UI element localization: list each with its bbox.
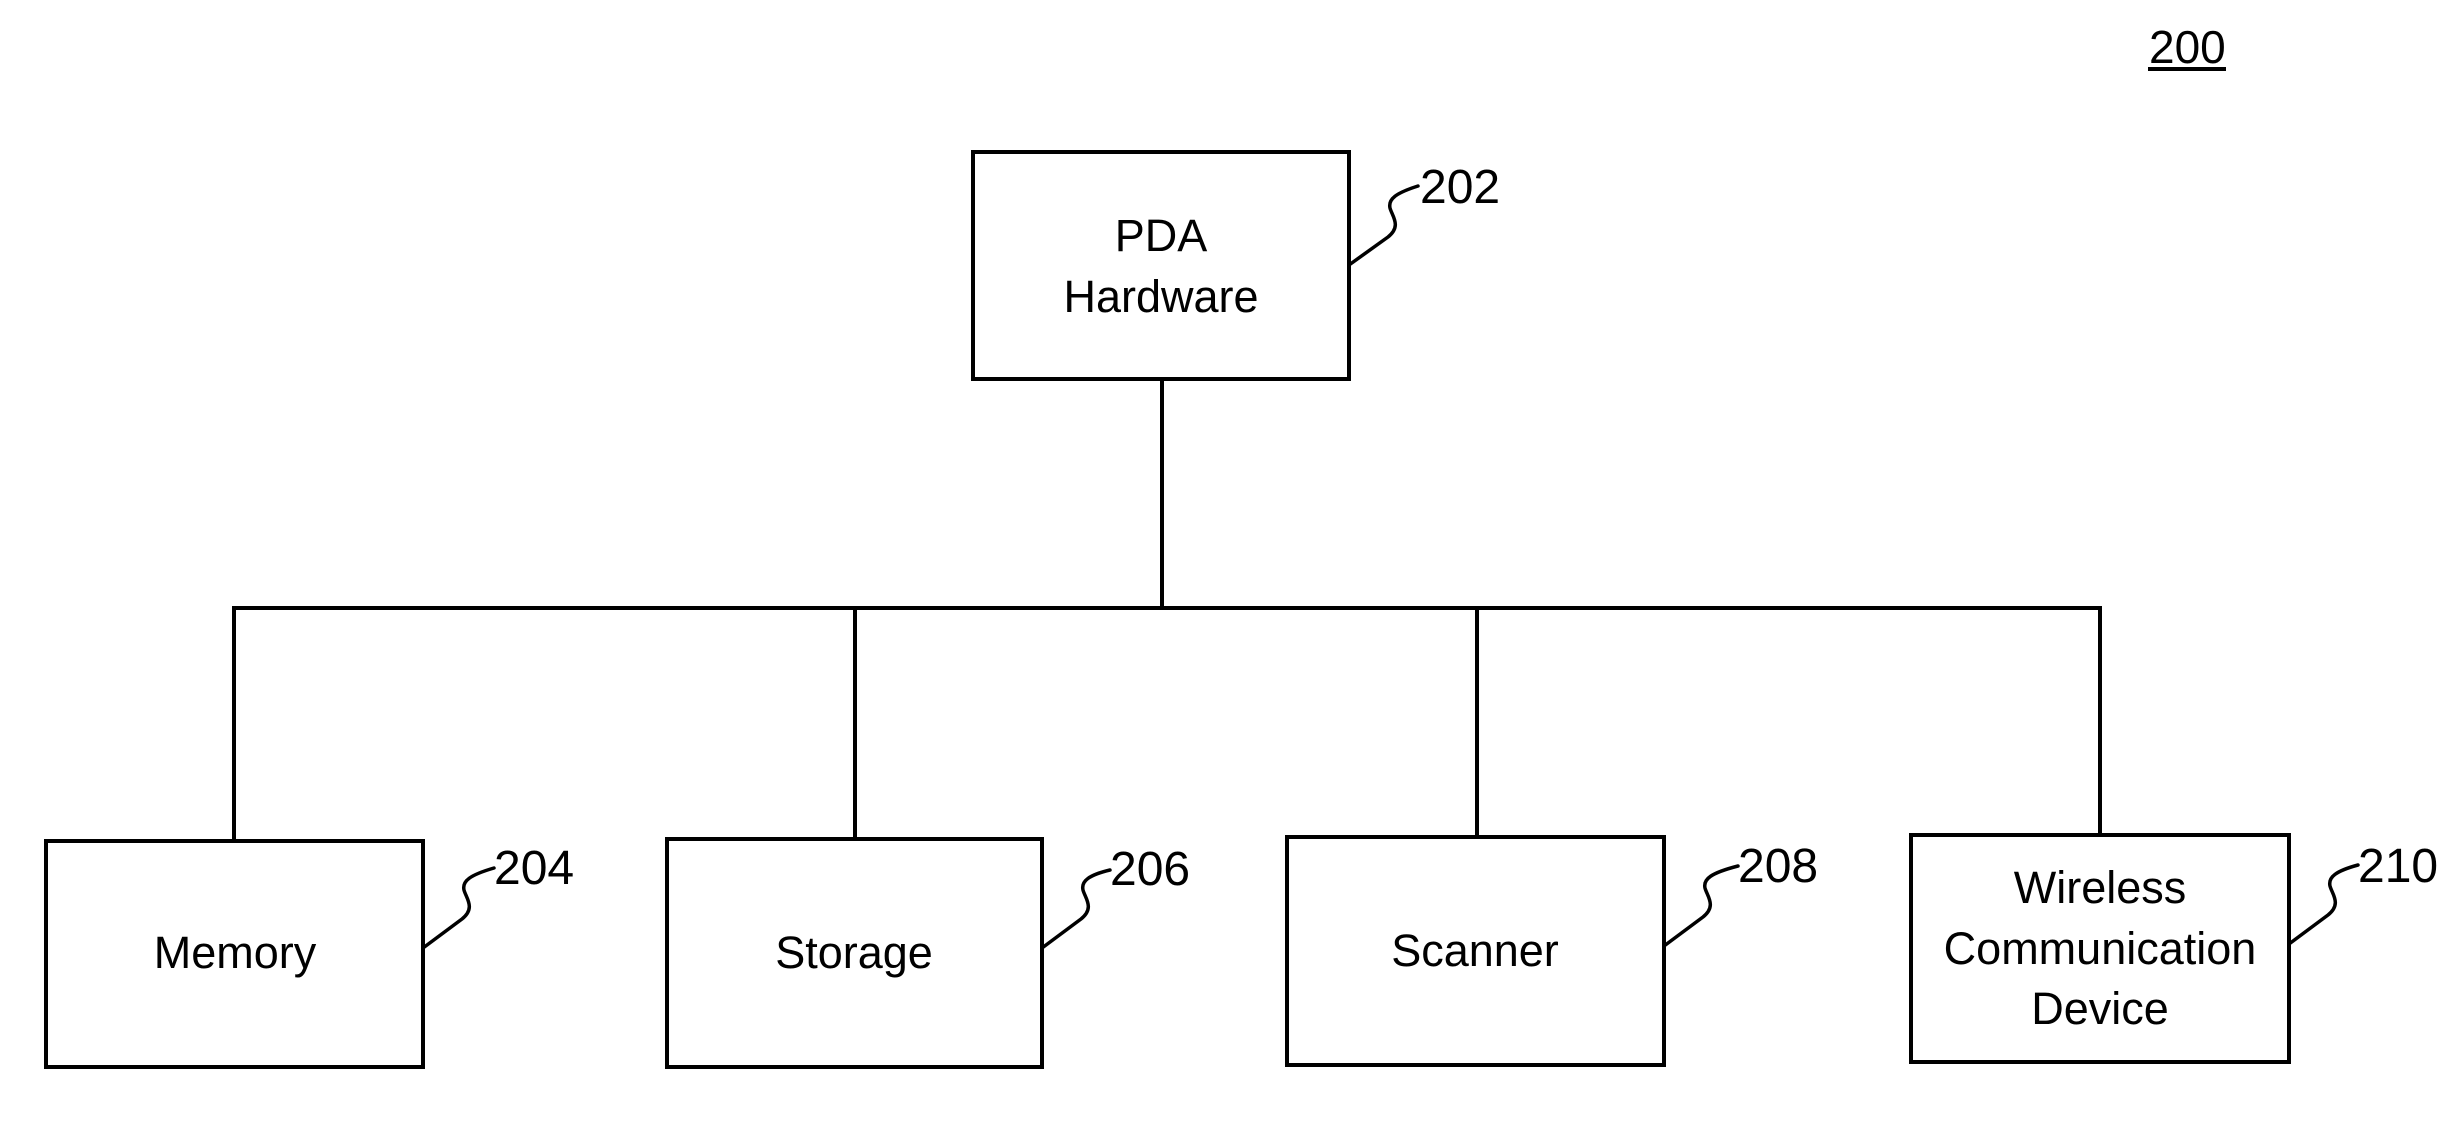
ref-label-204: 204 xyxy=(494,842,574,895)
leader-206 xyxy=(1040,868,1112,950)
figure-number: 200 xyxy=(2148,21,2226,73)
leader-204 xyxy=(421,866,496,950)
scanner-label: Scanner xyxy=(1391,925,1559,976)
leader-202 xyxy=(1347,184,1420,267)
leader-208 xyxy=(1662,864,1740,948)
pda-hardware-box[interactable] xyxy=(971,150,1351,381)
figure-number-text: 200 xyxy=(2149,21,2226,73)
node-scanner[interactable]: Scanner 208 xyxy=(1285,835,1818,1067)
node-storage[interactable]: Storage 206 xyxy=(665,837,1190,1069)
wireless-label-line3: Device xyxy=(2031,983,2169,1034)
wireless-label-line2: Communication xyxy=(1944,923,2257,974)
pda-hardware-label-line2: Hardware xyxy=(1063,271,1258,322)
connectors xyxy=(232,377,2102,843)
node-pda-hardware[interactable]: PDA Hardware 202 xyxy=(971,150,1500,381)
ref-label-208: 208 xyxy=(1738,840,1818,893)
node-wireless-communication-device[interactable]: Wireless Communication Device 210 xyxy=(1909,833,2438,1064)
ref-label-202: 202 xyxy=(1420,161,1500,214)
wireless-label-line1: Wireless xyxy=(2014,862,2187,913)
storage-label: Storage xyxy=(775,927,933,978)
node-memory[interactable]: Memory 204 xyxy=(44,839,574,1069)
memory-label: Memory xyxy=(154,927,317,978)
block-diagram: 200 PDA Hardware 202 Memory 204 Storage … xyxy=(44,21,2438,1069)
ref-label-210: 210 xyxy=(2358,840,2438,893)
pda-hardware-label-line1: PDA xyxy=(1115,210,1208,261)
ref-label-206: 206 xyxy=(1110,843,1190,896)
leader-210 xyxy=(2287,863,2360,946)
